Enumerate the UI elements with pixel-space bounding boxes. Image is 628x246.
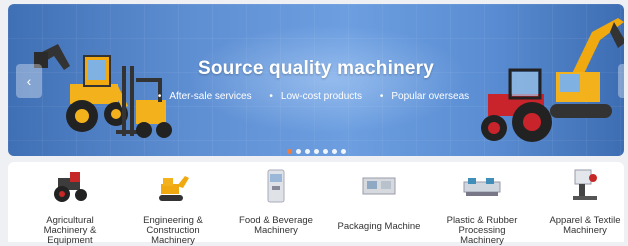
- carousel-dot[interactable]: [340, 149, 346, 154]
- carousel-next-button[interactable]: ›: [618, 64, 624, 98]
- hero-banner[interactable]: Source quality machinery • After-sale ser…: [8, 4, 624, 156]
- carousel-prev-button[interactable]: ‹: [16, 64, 42, 98]
- ice-cream-machine-icon: [256, 168, 296, 204]
- carousel-dot[interactable]: [286, 149, 292, 154]
- category-label: Packaging Machine: [337, 221, 421, 232]
- category-engineering[interactable]: Engineering & Construction Machinery: [125, 168, 221, 246]
- banner-subtitle-item: • Popular overseas: [379, 91, 470, 102]
- carousel-pagination: [8, 149, 624, 154]
- carousel-dot[interactable]: [322, 149, 328, 154]
- carousel-dot[interactable]: [331, 149, 337, 154]
- tractor-icon: [50, 168, 90, 204]
- banner-subtitle-item: • Low-cost products: [269, 91, 363, 102]
- banner-title: Source quality machinery: [197, 58, 435, 79]
- category-bar: Agricultural Machinery & Equipment Engin…: [8, 162, 624, 246]
- sewing-machine-icon: [565, 168, 605, 204]
- category-plastic-rubber[interactable]: Plastic & Rubber Processing Machinery: [434, 168, 530, 246]
- category-food-beverage[interactable]: Food & Beverage Machinery: [228, 168, 324, 242]
- packaging-machine-icon: [359, 168, 399, 204]
- injection-molding-machine-icon: [462, 168, 502, 204]
- chevron-left-icon: ‹: [26, 73, 32, 89]
- backhoe-loader-image: [34, 44, 128, 132]
- category-label: Food & Beverage Machinery: [239, 215, 313, 236]
- category-agricultural[interactable]: Agricultural Machinery & Equipment: [22, 168, 118, 246]
- carousel-dot[interactable]: [304, 149, 310, 154]
- category-packaging[interactable]: Packaging Machine: [331, 168, 427, 242]
- carousel-dot[interactable]: [295, 149, 301, 154]
- banner-subtitles: • After-sale services • Low-cost products …: [8, 91, 624, 102]
- excavator-icon: [153, 168, 193, 204]
- banner-subtitle-item: • After-sale services: [157, 91, 252, 102]
- category-label: Apparel & Textile Machinery: [549, 215, 621, 236]
- category-apparel-textile[interactable]: Apparel & Textile Machinery: [537, 168, 628, 242]
- carousel-dot[interactable]: [313, 149, 319, 154]
